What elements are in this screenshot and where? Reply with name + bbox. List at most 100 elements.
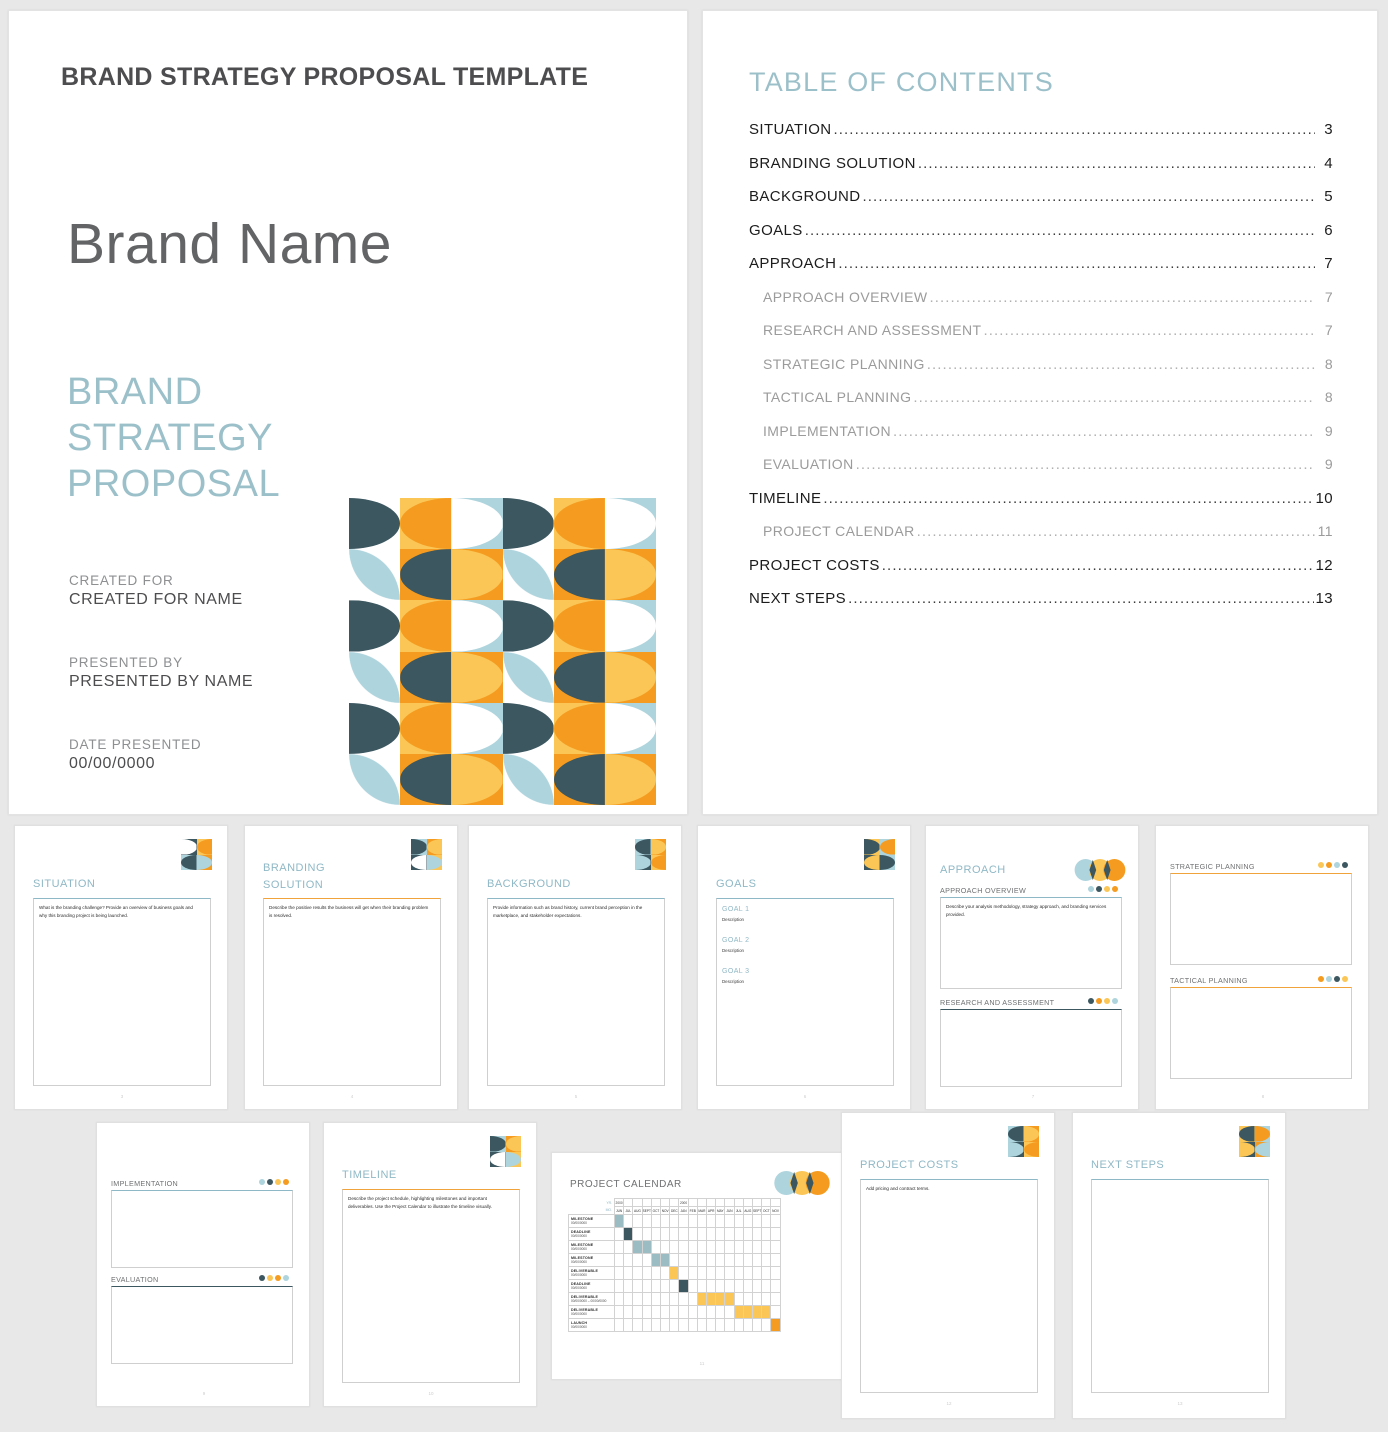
toc-entry[interactable]: NEXT STEPS..............................… — [749, 590, 1333, 624]
gantt-cell — [678, 1214, 689, 1228]
thumbnail-page-goals[interactable]: GOALS GOAL 1 Description GOAL 2 Description G… — [697, 825, 911, 1110]
logo-quadrant — [196, 854, 212, 870]
color-dot — [267, 1275, 273, 1281]
gantt-year-cell: 2000 — [678, 1198, 689, 1207]
gantt-cell — [613, 1214, 625, 1228]
content-placeholder-box[interactable] — [860, 1179, 1038, 1393]
gantt-cell — [650, 1266, 662, 1280]
page-number: 7 — [1031, 1094, 1035, 1099]
color-dot — [283, 1275, 289, 1281]
color-dot — [1334, 862, 1340, 868]
section-heading: RESEARCH AND ASSESSMENT — [940, 998, 1055, 1007]
thumbnail-page-background[interactable]: BACKGROUND Provide information such as br… — [468, 825, 682, 1110]
page-title: BACKGROUND — [487, 878, 571, 890]
toc-entry[interactable]: STRATEGIC PLANNING......................… — [749, 356, 1333, 390]
toc-entry[interactable]: GOALS...................................… — [749, 222, 1333, 256]
page-number: 13 — [1177, 1401, 1183, 1406]
toc-entry[interactable]: SITUATION...............................… — [749, 121, 1333, 155]
gantt-row[interactable]: DELIVERABLE 00/00/0000 — [568, 1266, 781, 1280]
gantt-row[interactable]: DEADLINE 00/00/0000 — [568, 1279, 781, 1293]
gantt-row[interactable]: DELIVERABLE 00/00/0000 — [568, 1305, 781, 1319]
gantt-cell — [706, 1214, 717, 1228]
brand-logo-icon — [1239, 1126, 1270, 1157]
content-placeholder-box[interactable] — [1170, 873, 1352, 965]
gantt-cell — [623, 1214, 634, 1228]
toc-entry[interactable]: IMPLEMENTATION..........................… — [749, 423, 1333, 457]
content-placeholder-box[interactable] — [263, 898, 441, 1086]
gantt-cell — [715, 1253, 726, 1267]
created-for-block: CREATED FOR CREATED FOR NAME — [69, 573, 243, 609]
toc-entry[interactable]: APPROACH................................… — [749, 255, 1333, 289]
thumbnail-page-timeline[interactable]: TIMELINE Describe the project schedule, h… — [323, 1122, 537, 1407]
gantt-table: YR. 2000 2000 MO. JUN JUL AUG SEPT OCT NOV DEC JAN F… — [568, 1198, 781, 1332]
toc-entry[interactable]: TIMELINE................................… — [749, 490, 1333, 524]
presented-by-value: PRESENTED BY NAME — [69, 673, 254, 690]
content-placeholder-box[interactable] — [111, 1286, 293, 1364]
gantt-cell — [669, 1318, 680, 1332]
gantt-cell — [770, 1227, 781, 1241]
content-placeholder-box[interactable] — [716, 898, 894, 1086]
gantt-cell — [669, 1305, 680, 1319]
logo-quadrant — [879, 839, 895, 855]
gantt-cell — [733, 1305, 744, 1319]
toc-entry[interactable]: PROJECT COSTS...........................… — [749, 557, 1333, 591]
content-placeholder-box[interactable] — [487, 898, 665, 1086]
gantt-cell — [706, 1292, 717, 1306]
toc-entry[interactable]: PROJECT CALENDAR........................… — [749, 523, 1333, 557]
thumbnail-page-approach[interactable]: APPROACH APPROACH OVERVIEW Describe your a… — [925, 825, 1139, 1110]
content-placeholder-box[interactable] — [342, 1189, 520, 1383]
project-calendar-gantt[interactable]: YR. 2000 2000 MO. JUN JUL AUG SEPT OCT NOV DEC JAN F… — [568, 1198, 781, 1332]
created-for-value: CREATED FOR NAME — [69, 591, 243, 608]
content-placeholder-box[interactable] — [111, 1190, 293, 1268]
toc-entry[interactable]: TACTICAL PLANNING.......................… — [749, 389, 1333, 423]
section-color-dots — [1088, 886, 1118, 892]
gantt-cell — [632, 1227, 643, 1241]
logo-quadrant — [196, 839, 212, 855]
toc-entry[interactable]: APPROACH OVERVIEW.......................… — [749, 289, 1333, 323]
gantt-cell — [641, 1305, 652, 1319]
toc-entry[interactable]: BRANDING SOLUTION.......................… — [749, 155, 1333, 189]
gantt-row[interactable]: DELIVERABLE 00/00/0000 – 00/00/0000 — [568, 1292, 781, 1306]
toc-entry-page: 6 — [1324, 221, 1333, 239]
gantt-row[interactable]: MILESTONE 00/00/0000 — [568, 1214, 781, 1228]
logo-quadrant — [411, 854, 427, 870]
gantt-cell — [715, 1266, 726, 1280]
gantt-row[interactable]: LAUNCH 00/00/0000 — [568, 1318, 781, 1332]
pattern-cell — [553, 702, 605, 754]
thumbnail-page-strategic-planning[interactable]: STRATEGIC PLANNING TACTICAL PLANNING 8 — [1155, 825, 1369, 1110]
color-dot — [1342, 862, 1348, 868]
content-placeholder-box[interactable] — [1091, 1179, 1269, 1393]
gantt-cell — [613, 1305, 625, 1319]
color-dot — [1318, 976, 1324, 982]
gantt-cell — [687, 1266, 698, 1280]
thumbnail-page-implementation[interactable]: IMPLEMENTATION EVALUATION 9 — [96, 1122, 310, 1407]
gantt-row-label: DELIVERABLE 00/00/0000 — [568, 1305, 615, 1319]
toc-entry[interactable]: BACKGROUND..............................… — [749, 188, 1333, 222]
toc-entry[interactable]: EVALUATION..............................… — [749, 456, 1333, 490]
thumbnail-page-project-costs[interactable]: PROJECT COSTS Add pricing and contract te… — [841, 1112, 1055, 1419]
content-placeholder-box[interactable] — [940, 1009, 1122, 1087]
thumbnail-page-branding-solution[interactable]: BRANDING SOLUTION Describe the positive re… — [244, 825, 458, 1110]
goal-title: GOAL 3 — [722, 968, 750, 975]
section-heading: EVALUATION — [111, 1275, 159, 1284]
gantt-cell — [751, 1227, 763, 1241]
thumbnail-page-situation[interactable]: SITUATION What is the branding challenge?… — [14, 825, 228, 1110]
toc-entry-label: TIMELINE — [749, 489, 822, 507]
gantt-row[interactable]: MILESTONE 00/00/0000 — [568, 1240, 781, 1254]
toc-entry[interactable]: RESEARCH AND ASSESSMENT.................… — [749, 322, 1333, 356]
toc-title: TABLE OF CONTENTS — [749, 67, 1054, 97]
thumbnail-page-project-calendar[interactable]: PROJECT CALENDAR YR. 2000 2000 MO. JUN JUL AUG S… — [551, 1152, 851, 1380]
toc-entry-page: 7 — [1324, 255, 1333, 272]
gantt-cell — [706, 1266, 717, 1280]
presented-by-label: PRESENTED BY — [69, 655, 183, 670]
gantt-row[interactable]: MILESTONE 00/00/0000 — [568, 1253, 781, 1267]
gantt-row[interactable]: DEADLINE 00/00/0000 — [568, 1227, 781, 1241]
gantt-cell — [696, 1279, 708, 1293]
content-placeholder-box[interactable] — [1170, 987, 1352, 1079]
content-placeholder-box[interactable] — [33, 898, 211, 1086]
table-of-contents-page: TABLE OF CONTENTS SITUATION.............… — [702, 10, 1378, 815]
section-heading: TACTICAL PLANNING — [1170, 976, 1248, 985]
toc-entry-page: 3 — [1324, 121, 1333, 138]
gantt-cell — [623, 1266, 634, 1280]
thumbnail-page-next-steps[interactable]: NEXT STEPS 13 — [1072, 1112, 1286, 1419]
